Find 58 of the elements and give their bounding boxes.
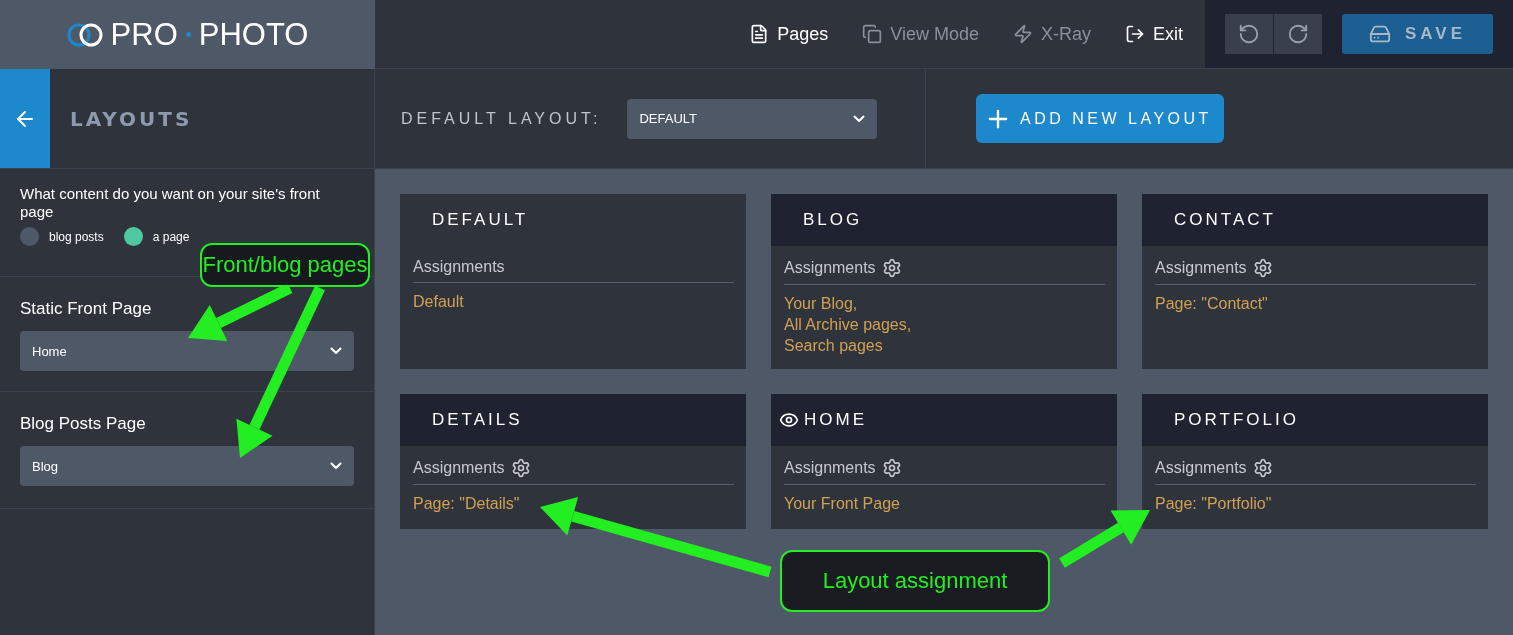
option-label: a page: [152, 229, 190, 244]
sidebar-title: LAYOUTS: [70, 106, 193, 131]
settings-icon[interactable]: [510, 458, 531, 478]
assignment-text: Default: [413, 292, 465, 312]
page-dropdown[interactable]: Blog: [20, 446, 354, 486]
exit-icon: [1125, 24, 1145, 44]
question-text: What content do you want on your site's front page: [20, 185, 321, 221]
field-label: DEFAULT LAYOUT:: [401, 109, 602, 128]
radio-dot[interactable]: [20, 227, 39, 246]
nav-link[interactable]: Pages: [749, 23, 829, 45]
drive-icon: [1368, 23, 1391, 45]
radio-dot[interactable]: [123, 227, 143, 246]
layout-title: CONTACT: [1174, 210, 1276, 230]
undo-button[interactable]: [1225, 14, 1273, 54]
page-dropdown[interactable]: Home: [20, 331, 354, 371]
undo-icon: [1238, 23, 1260, 45]
assignments-label: Assignments: [413, 459, 505, 477]
assignment-text: Page: "Contact": [1155, 294, 1269, 314]
assignments-label: Assignments: [784, 259, 876, 277]
layout-title: PORTFOLIO: [1174, 410, 1299, 430]
layout-title: DEFAULT: [432, 210, 529, 230]
layout-title: DETAILS: [432, 410, 523, 430]
chevron-down-icon: [330, 462, 342, 470]
assignment-text: Search pages: [784, 336, 884, 356]
layout-title: BLOG: [803, 210, 863, 230]
chevron-down-icon: [853, 114, 866, 123]
layout-title: HOME: [804, 410, 867, 430]
assignments-label: Assignments: [1155, 459, 1247, 477]
field-label: Blog Posts Page: [20, 414, 147, 434]
nav-link[interactable]: Exit: [1125, 23, 1183, 45]
assignment-text: All Archive pages,: [784, 315, 913, 335]
option-label: blog posts: [49, 229, 104, 244]
logo-text: PHOTO: [198, 16, 309, 53]
layout-dropdown[interactable]: DEFAULT: [627, 98, 878, 139]
add-layout-button[interactable]: ADD NEW LAYOUT: [976, 94, 1224, 143]
settings-icon[interactable]: [1252, 458, 1273, 478]
callout: Layout assignment: [780, 550, 1050, 612]
callout: Front/blog pages: [200, 243, 370, 287]
logo-dot: [185, 32, 191, 37]
assignment-text: Page: "Details": [413, 494, 521, 514]
assignments-label: Assignments: [784, 459, 876, 477]
assignment-text: Your Blog,: [784, 294, 859, 314]
chevron-down-icon: [330, 347, 342, 355]
redo-icon: [1287, 23, 1309, 45]
settings-icon[interactable]: [881, 258, 902, 278]
settings-icon[interactable]: [881, 458, 902, 478]
assignments-label: Assignments: [1155, 259, 1247, 277]
assignments-label: Assignments: [413, 258, 505, 276]
windows-icon: [862, 24, 883, 44]
radio-option[interactable]: a page: [123, 227, 190, 246]
assignment-text: Your Front Page: [784, 494, 901, 514]
settings-icon[interactable]: [1252, 258, 1273, 278]
redo-button[interactable]: [1274, 14, 1322, 54]
logo-text: PRO: [110, 16, 178, 53]
radio-option[interactable]: blog posts: [20, 227, 104, 246]
bolt-icon: [1012, 24, 1033, 44]
field-label: Static Front Page: [20, 299, 153, 319]
assignment-text: Page: "Portfolio": [1155, 494, 1273, 514]
